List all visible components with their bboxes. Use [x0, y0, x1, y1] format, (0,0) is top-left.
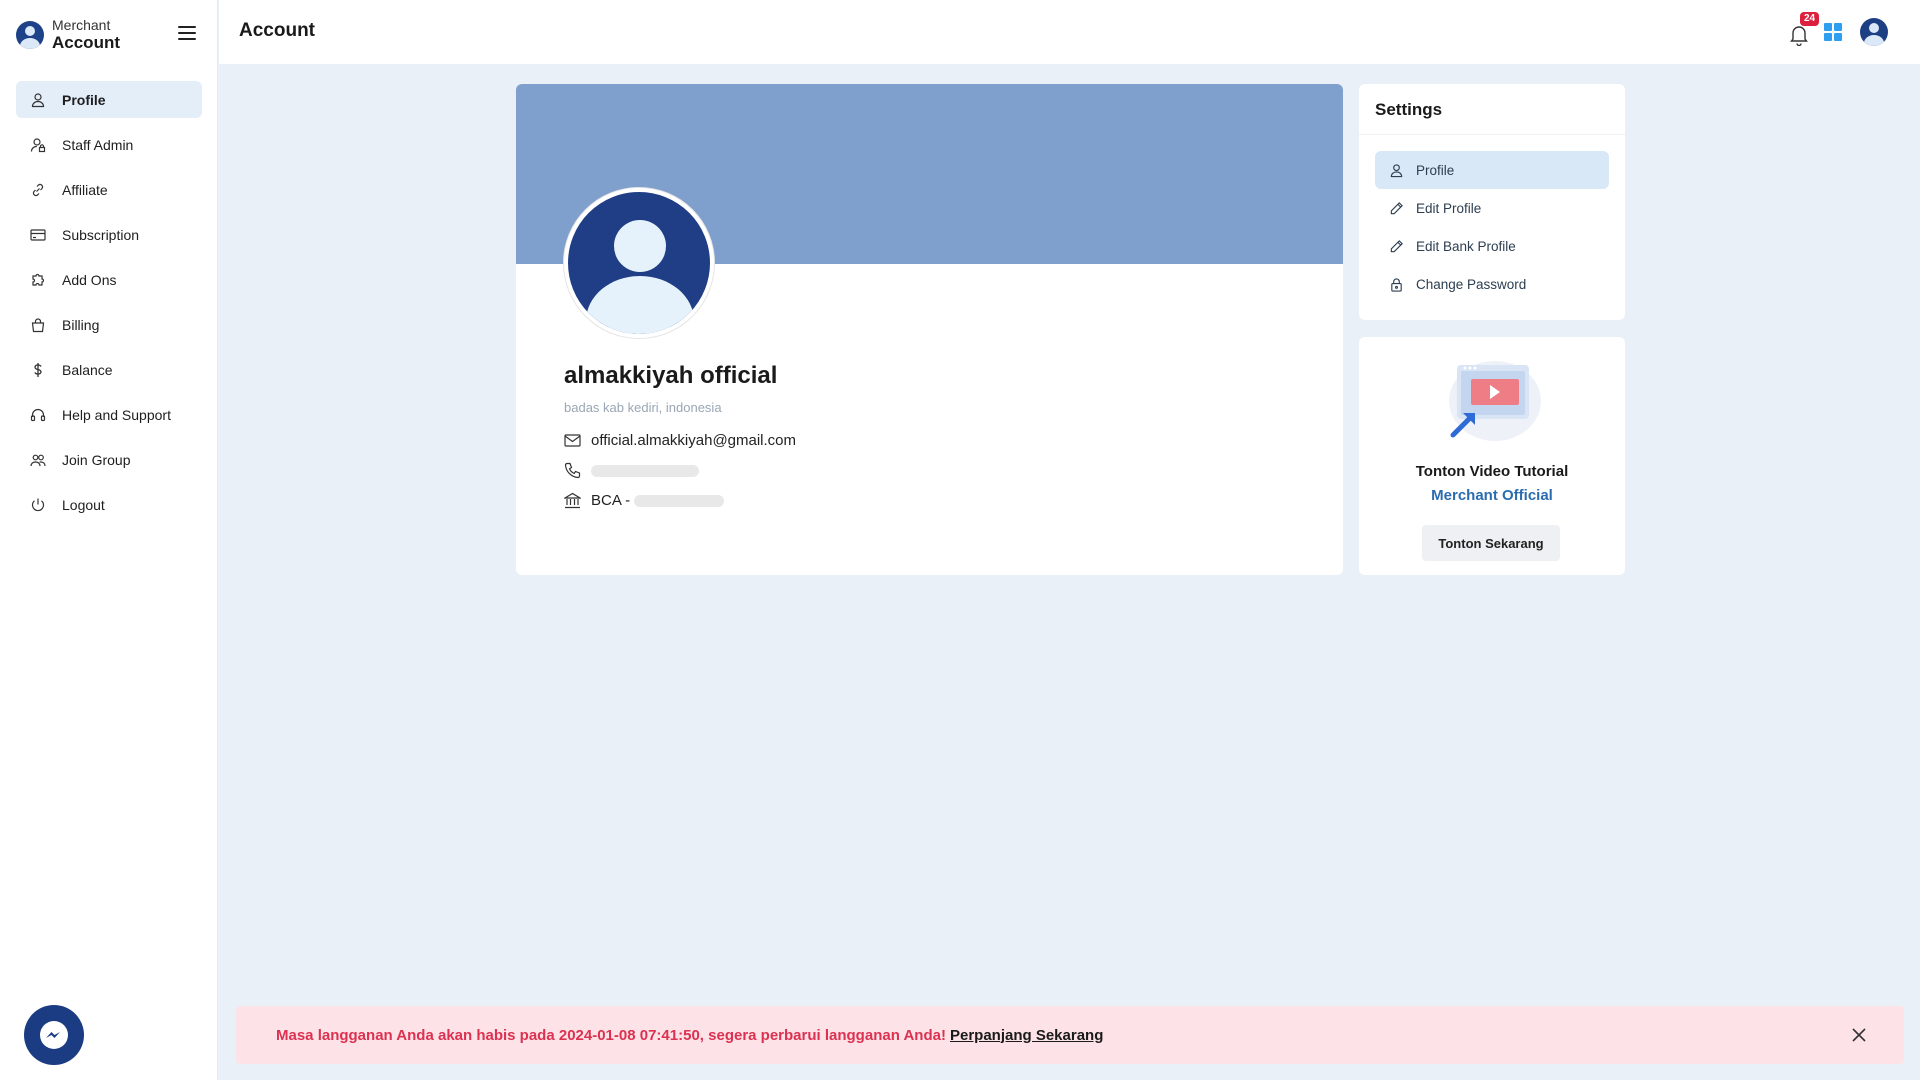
profile-email-row: official.almakkiyah@gmail.com [564, 432, 796, 449]
profile-bank-prefix: BCA - [591, 492, 631, 509]
sidebar-item-label: Balance [62, 361, 113, 378]
sidebar-item-help-and-support[interactable]: Help and Support [16, 396, 202, 433]
subscription-alert: Masa langganan Anda akan habis pada 2024… [236, 1006, 1904, 1064]
sidebar-item-logout[interactable]: Logout [16, 486, 202, 523]
sidebar-item-label: Join Group [62, 451, 131, 468]
puzzle-icon [30, 272, 46, 288]
brand-logo-icon [16, 20, 44, 49]
alert-message: Masa langganan Anda akan habis pada 2024… [276, 1026, 946, 1044]
watch-now-button[interactable]: Tonton Sekarang [1422, 525, 1560, 561]
settings-item-label: Change Password [1416, 276, 1527, 292]
lock-icon [1391, 277, 1402, 292]
user-icon [30, 92, 46, 108]
sidebar-item-label: Billing [62, 316, 100, 333]
settings-card: Settings Profile Edit Profile Edit Bank … [1359, 84, 1625, 320]
sidebar-item-affiliate[interactable]: Affiliate [16, 171, 202, 208]
messenger-chat-button[interactable] [24, 1005, 84, 1065]
bell-icon [1790, 26, 1808, 46]
settings-item-label: Edit Bank Profile [1416, 238, 1516, 254]
sidebar-item-add-ons[interactable]: Add Ons [16, 261, 202, 298]
messenger-icon [40, 1021, 68, 1049]
headset-icon [30, 407, 46, 423]
sidebar-item-label: Profile [62, 91, 106, 108]
brand-top-text: Merchant [52, 17, 111, 33]
profile-phone-redacted [591, 464, 699, 477]
profile-bank-row: BCA - [564, 492, 725, 509]
sidebar-item-label: Add Ons [62, 271, 117, 288]
notification-button[interactable]: 24 [1788, 12, 1820, 46]
settings-item-edit-bank-profile[interactable]: Edit Bank Profile [1375, 227, 1609, 265]
sidebar-item-billing[interactable]: Billing [16, 306, 202, 343]
sidebar-item-subscription[interactable]: Subscription [16, 216, 202, 253]
sidebar-item-label: Affiliate [62, 181, 108, 198]
shopping-bag-icon [30, 317, 46, 333]
profile-email: official.almakkiyah@gmail.com [591, 432, 797, 449]
brand[interactable]: Merchant Account [16, 18, 120, 51]
user-lock-icon [30, 137, 46, 153]
sidebar-item-label: Staff Admin [62, 136, 134, 153]
renew-now-link[interactable]: Perpanjang Sekarang [950, 1027, 1103, 1044]
sidebar: Merchant Account Profile Staff Admin Aff… [0, 0, 218, 1080]
link-icon [30, 182, 46, 198]
page-title: Account [239, 20, 315, 41]
sidebar-item-label: Logout [62, 496, 105, 513]
dollar-icon [30, 362, 46, 378]
tutorial-title: Tonton Video Tutorial [1415, 463, 1569, 480]
settings-item-edit-profile[interactable]: Edit Profile [1375, 189, 1609, 227]
sidebar-item-balance[interactable]: Balance [16, 351, 202, 388]
notification-badge: 24 [1800, 12, 1820, 26]
sidebar-item-profile[interactable]: Profile [16, 81, 202, 118]
top-bar: Account 24 [219, 0, 1920, 64]
settings-item-label: Profile [1416, 162, 1455, 178]
close-icon[interactable] [1850, 1026, 1868, 1044]
credit-card-icon [30, 227, 46, 243]
bank-icon [564, 492, 581, 509]
pencil-icon [1390, 201, 1403, 214]
settings-item-change-password[interactable]: Change Password [1375, 265, 1609, 303]
sidebar-nav: Profile Staff Admin Affiliate Subscripti… [16, 81, 202, 531]
hamburger-menu-icon[interactable] [178, 26, 196, 40]
sidebar-item-label: Help and Support [62, 406, 171, 423]
pencil-icon [1390, 239, 1403, 252]
video-tutorial-illustration [1449, 361, 1541, 441]
phone-icon [564, 462, 581, 479]
sidebar-item-staff-admin[interactable]: Staff Admin [16, 126, 202, 163]
envelope-icon [564, 434, 581, 447]
settings-item-label: Edit Profile [1416, 200, 1482, 216]
profile-location: badas kab kediri, indonesia [564, 400, 722, 415]
apps-grid-icon[interactable] [1824, 23, 1842, 41]
profile-phone-row [564, 462, 699, 479]
profile-name: almakkiyah official [564, 362, 778, 389]
user-icon [1390, 163, 1403, 177]
power-icon [30, 497, 46, 513]
user-avatar[interactable] [1860, 18, 1888, 46]
profile-bank-redacted [634, 494, 725, 507]
brand-bottom-text: Account [52, 33, 120, 52]
profile-avatar [564, 188, 714, 338]
sidebar-item-label: Subscription [62, 226, 140, 243]
tutorial-subtitle: Merchant Official [1431, 487, 1553, 504]
settings-item-profile[interactable]: Profile [1375, 151, 1609, 189]
sidebar-item-join-group[interactable]: Join Group [16, 441, 202, 478]
group-icon [30, 452, 46, 468]
profile-card: almakkiyah official badas kab kediri, in… [516, 84, 1343, 575]
settings-title: Settings [1359, 84, 1625, 135]
tutorial-card: Tonton Video Tutorial Merchant Official … [1359, 337, 1625, 575]
